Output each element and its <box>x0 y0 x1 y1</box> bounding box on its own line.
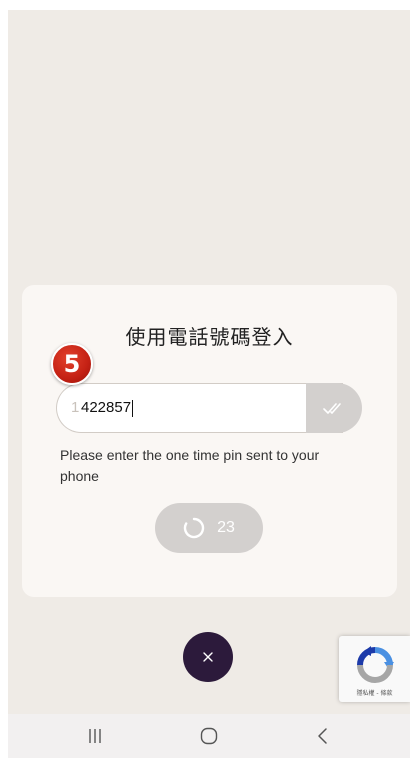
back-icon <box>318 728 327 744</box>
app-screen: 使用電話號碼登入 5 1 422857 Please enter the one… <box>8 10 410 758</box>
pin-input-value: 422857 <box>81 399 132 416</box>
home-button[interactable] <box>179 714 239 758</box>
text-caret <box>132 399 134 417</box>
verify-pin-button[interactable] <box>306 383 362 433</box>
back-button[interactable] <box>293 714 353 758</box>
pin-hint-text: Please enter the one time pin sent to yo… <box>60 447 320 484</box>
recaptcha-badge[interactable]: 隱私權 - 條款 <box>339 636 410 702</box>
close-icon <box>203 652 213 662</box>
loading-spinner-icon <box>183 517 205 539</box>
resend-countdown: 23 <box>217 519 235 536</box>
pin-entry-row: 1 422857 <box>56 383 362 433</box>
recaptcha-logo-icon <box>357 646 394 683</box>
step-number-badge: 5 <box>51 343 93 385</box>
resend-pin-button[interactable]: 23 <box>155 503 263 553</box>
home-icon <box>200 727 218 745</box>
recent-apps-button[interactable] <box>65 714 125 758</box>
recaptcha-privacy-terms[interactable]: 隱私權 - 條款 <box>339 688 410 697</box>
login-dialog: 使用電話號碼登入 5 1 422857 Please enter the one… <box>22 285 397 597</box>
pin-input-prefix: 1 <box>71 399 80 416</box>
system-navigation-bar <box>8 714 410 758</box>
double-check-icon <box>323 403 341 414</box>
close-button[interactable] <box>183 632 233 682</box>
pin-input[interactable]: 1 422857 <box>56 383 343 433</box>
recent-apps-icon <box>89 729 101 743</box>
